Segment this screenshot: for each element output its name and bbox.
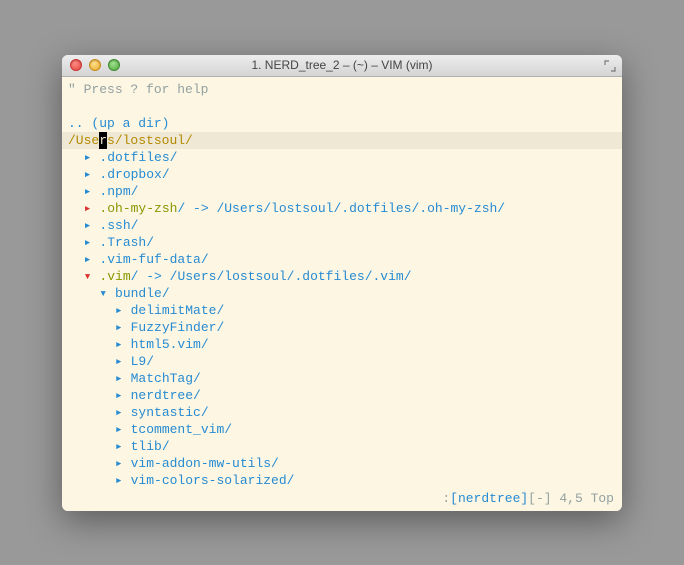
up-dir-label: (up a dir) — [84, 116, 170, 131]
minimize-button[interactable] — [89, 59, 101, 71]
dir-name: .oh-my-zsh — [99, 201, 177, 216]
link-sep: / -> — [131, 269, 170, 284]
tree-item-ohmyzsh[interactable]: ▸ .oh-my-zsh/ -> /Users/lostsoul/.dotfil… — [68, 200, 616, 217]
help-line: " Press ? for help — [68, 81, 616, 98]
dir-name: .dotfiles/ — [99, 150, 177, 165]
chevron-right-icon: ▸ — [84, 200, 92, 217]
chevron-right-icon: ▸ — [115, 370, 123, 387]
chevron-right-icon: ▸ — [115, 302, 123, 319]
dir-name: .dropbox/ — [99, 167, 169, 182]
tree-item-bundle[interactable]: ▾ bundle/ — [68, 285, 616, 302]
chevron-right-icon: ▸ — [84, 166, 92, 183]
tree-item[interactable]: ▸ FuzzyFinder/ — [68, 319, 616, 336]
status-colon: : — [442, 491, 450, 506]
tree-item[interactable]: ▸ .ssh/ — [68, 217, 616, 234]
tree-item[interactable]: ▸ .dropbox/ — [68, 166, 616, 183]
chevron-right-icon: ▸ — [84, 251, 92, 268]
chevron-right-icon: ▸ — [84, 183, 92, 200]
dir-name: MatchTag/ — [131, 371, 201, 386]
tree-item[interactable]: ▸ vim-colors-solarized/ — [68, 472, 616, 489]
dir-name: vim-colors-solarized/ — [131, 473, 295, 488]
cwd-post: s/lostsoul/ — [107, 133, 193, 148]
chevron-right-icon: ▸ — [115, 404, 123, 421]
status-filetype: [nerdtree] — [450, 491, 528, 506]
tree-item[interactable]: ▸ .vim-fuf-data/ — [68, 251, 616, 268]
zoom-button[interactable] — [108, 59, 120, 71]
cursor: r — [99, 132, 107, 149]
dir-name: nerdtree/ — [131, 388, 201, 403]
chevron-right-icon: ▸ — [115, 353, 123, 370]
dir-name: .Trash/ — [99, 235, 154, 250]
status-position: [-] 4,5 Top — [528, 491, 614, 506]
up-dir-dots: .. — [68, 116, 84, 131]
chevron-right-icon: ▸ — [115, 455, 123, 472]
tree-item[interactable]: ▸ .dotfiles/ — [68, 149, 616, 166]
chevron-right-icon: ▸ — [115, 438, 123, 455]
status-line: :[nerdtree][-] 4,5 Top — [442, 490, 614, 507]
tree-item[interactable]: ▸ delimitMate/ — [68, 302, 616, 319]
chevron-right-icon: ▸ — [84, 234, 92, 251]
tree-item[interactable]: ▸ vim-addon-mw-utils/ — [68, 455, 616, 472]
link-target: /Users/lostsoul/.dotfiles/.vim/ — [170, 269, 412, 284]
dir-name: L9/ — [131, 354, 154, 369]
dir-name: tlib/ — [131, 439, 170, 454]
tree-item[interactable]: ▸ L9/ — [68, 353, 616, 370]
tree-item[interactable]: ▸ nerdtree/ — [68, 387, 616, 404]
tree-item[interactable]: ▸ .Trash/ — [68, 234, 616, 251]
help-text: Press ? for help — [76, 82, 209, 97]
blank-line — [68, 98, 616, 115]
tree-item[interactable]: ▸ html5.vim/ — [68, 336, 616, 353]
tree-item[interactable]: ▸ MatchTag/ — [68, 370, 616, 387]
chevron-right-icon: ▸ — [115, 319, 123, 336]
terminal-window: 1. NERD_tree_2 – (~) – VIM (vim) " Press… — [62, 55, 622, 511]
dir-name: .vim-fuf-data/ — [99, 252, 208, 267]
traffic-lights — [70, 59, 120, 71]
dir-name: .npm/ — [99, 184, 138, 199]
dir-name: bundle/ — [115, 286, 170, 301]
fullscreen-icon[interactable] — [604, 60, 616, 72]
link-sep: / -> — [177, 201, 216, 216]
chevron-right-icon: ▸ — [115, 387, 123, 404]
chevron-down-icon: ▾ — [84, 268, 92, 285]
dir-name: tcomment_vim/ — [131, 422, 232, 437]
dir-name: .ssh/ — [99, 218, 138, 233]
tree-item-vim[interactable]: ▾ .vim/ -> /Users/lostsoul/.dotfiles/.vi… — [68, 268, 616, 285]
chevron-right-icon: ▸ — [115, 472, 123, 489]
cwd-line[interactable]: /Users/lostsoul/ — [62, 132, 622, 149]
titlebar: 1. NERD_tree_2 – (~) – VIM (vim) — [62, 55, 622, 77]
editor-viewport[interactable]: " Press ? for help .. (up a dir) /Users/… — [62, 77, 622, 511]
link-target: /Users/lostsoul/.dotfiles/.oh-my-zsh/ — [216, 201, 505, 216]
tree-item[interactable]: ▸ tcomment_vim/ — [68, 421, 616, 438]
dir-name: syntastic/ — [131, 405, 209, 420]
chevron-right-icon: ▸ — [115, 336, 123, 353]
cwd-pre: /Use — [68, 133, 99, 148]
dir-name: FuzzyFinder/ — [131, 320, 225, 335]
dir-name: .vim — [99, 269, 130, 284]
up-dir[interactable]: .. (up a dir) — [68, 115, 616, 132]
chevron-right-icon: ▸ — [84, 217, 92, 234]
close-button[interactable] — [70, 59, 82, 71]
tree-item[interactable]: ▸ tlib/ — [68, 438, 616, 455]
dir-name: vim-addon-mw-utils/ — [131, 456, 279, 471]
tree-item[interactable]: ▸ .npm/ — [68, 183, 616, 200]
window-title: 1. NERD_tree_2 – (~) – VIM (vim) — [251, 58, 432, 72]
dir-name: html5.vim/ — [131, 337, 209, 352]
chevron-right-icon: ▸ — [84, 149, 92, 166]
chevron-right-icon: ▸ — [115, 421, 123, 438]
tree-item[interactable]: ▸ syntastic/ — [68, 404, 616, 421]
dir-name: delimitMate/ — [131, 303, 225, 318]
quote: " — [68, 82, 76, 97]
